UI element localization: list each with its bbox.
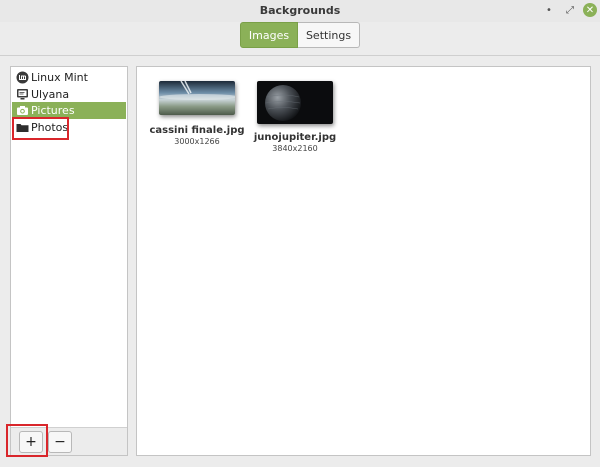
window-title: Backgrounds bbox=[259, 4, 341, 17]
tab-settings[interactable]: Settings bbox=[298, 22, 360, 48]
folder-sidebar: Linux Mint Ulyana Pictures Photos + − bbox=[10, 66, 128, 456]
sidebar-item-photos[interactable]: Photos bbox=[12, 119, 126, 136]
backgrounds-window: Backgrounds • ⤢ ✕ Images Settings Linux … bbox=[0, 0, 600, 467]
image-grid: cassini finale.jpg 3000x1266 junojupiter… bbox=[136, 66, 591, 456]
image-item-junojupiter[interactable]: junojupiter.jpg 3840x2160 bbox=[247, 81, 343, 153]
tab-images[interactable]: Images bbox=[240, 22, 298, 48]
minimize-button[interactable]: • bbox=[542, 3, 556, 17]
sidebar-toolbar: + − bbox=[11, 427, 127, 455]
image-filename: junojupiter.jpg bbox=[253, 132, 337, 143]
image-dimensions: 3000x1266 bbox=[174, 137, 220, 146]
image-dimensions: 3840x2160 bbox=[272, 144, 318, 153]
add-folder-button[interactable]: + bbox=[19, 431, 43, 453]
title-bar: Backgrounds • ⤢ ✕ bbox=[0, 0, 600, 22]
linux-mint-icon bbox=[16, 71, 29, 84]
folder-icon bbox=[16, 121, 29, 134]
sidebar-item-label: Linux Mint bbox=[31, 71, 88, 84]
junojupiter-thumbnail bbox=[257, 81, 333, 124]
monitor-icon bbox=[16, 88, 29, 101]
sidebar-item-label: Photos bbox=[31, 121, 69, 134]
image-item-cassini[interactable]: cassini finale.jpg 3000x1266 bbox=[149, 81, 245, 146]
image-filename: cassini finale.jpg bbox=[149, 125, 245, 136]
tab-switcher: Images Settings bbox=[240, 22, 360, 48]
close-button[interactable]: ✕ bbox=[583, 3, 597, 17]
remove-folder-button[interactable]: − bbox=[48, 431, 72, 453]
sidebar-item-ulyana[interactable]: Ulyana bbox=[12, 86, 126, 103]
header-divider bbox=[0, 55, 600, 56]
sidebar-item-label: Ulyana bbox=[31, 88, 70, 101]
maximize-button[interactable]: ⤢ bbox=[563, 3, 577, 17]
cassini-thumbnail bbox=[159, 81, 235, 115]
camera-icon bbox=[16, 104, 29, 117]
sidebar-item-linux-mint[interactable]: Linux Mint bbox=[12, 69, 126, 86]
sidebar-item-pictures[interactable]: Pictures bbox=[12, 102, 126, 119]
sidebar-item-label: Pictures bbox=[31, 104, 75, 117]
